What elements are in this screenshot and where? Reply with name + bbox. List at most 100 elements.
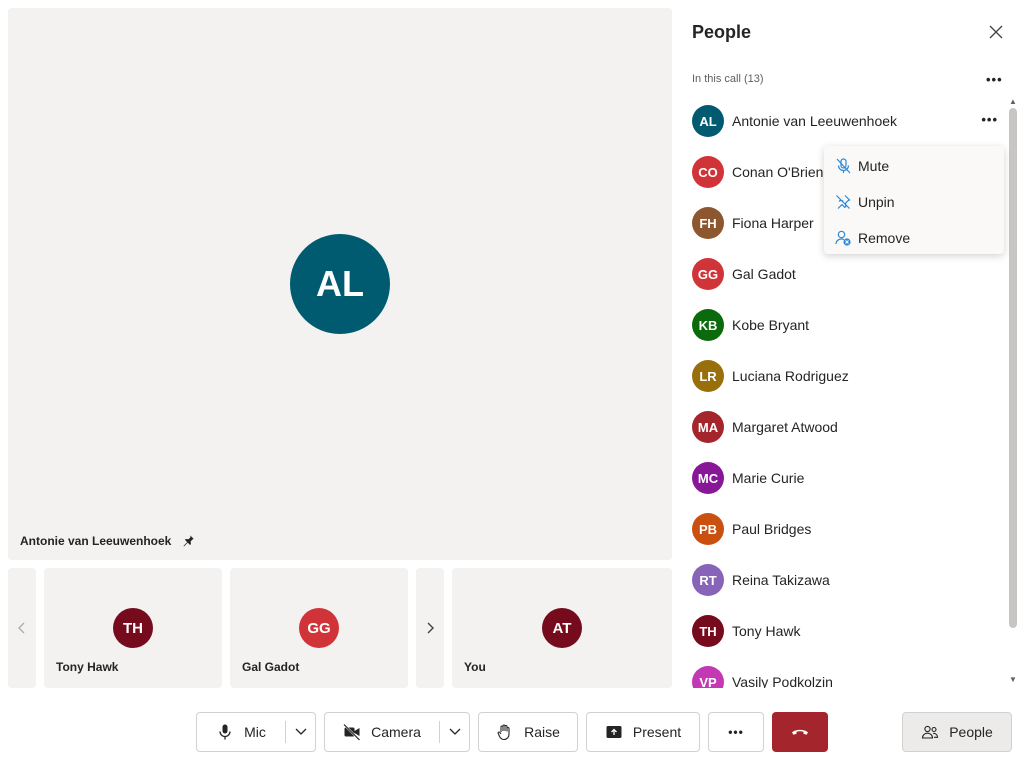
menu-item-mute[interactable]: Mute [824, 148, 1004, 184]
tile-name: Tony Hawk [56, 660, 119, 674]
avatar: MC [692, 462, 724, 494]
participant-name: Kobe Bryant [732, 317, 810, 333]
people-toggle-button[interactable]: People [902, 712, 1012, 752]
participant-list-item[interactable]: PB Paul Bridges [692, 512, 998, 546]
present-label: Present [632, 724, 682, 740]
participant-list-item[interactable]: MC Marie Curie [692, 461, 998, 495]
participant-name: Paul Bridges [732, 521, 812, 537]
spotlight-video[interactable]: AL Antonie van Leeuwenhoek [8, 8, 672, 560]
participant-list-item[interactable]: KB Kobe Bryant [692, 308, 998, 342]
phone-hangup-icon [792, 729, 808, 735]
hand-icon [497, 724, 510, 741]
menu-item-label: Remove [858, 230, 911, 246]
camera-label: Camera [371, 724, 421, 740]
participant-list-item[interactable]: LR Luciana Rodriguez [692, 359, 998, 393]
raise-label: Raise [524, 724, 560, 740]
avatar: GG [692, 258, 724, 290]
panel-title: People [692, 22, 752, 42]
tile-avatar: TH [113, 608, 153, 648]
avatar: RT [692, 564, 724, 596]
participant-name: Vasily Podkolzin [732, 674, 833, 688]
mic-label: Mic [244, 724, 266, 740]
more-icon: ••• [728, 725, 744, 739]
camera-split-button: Camera [324, 712, 470, 752]
participant-name: Marie Curie [732, 470, 805, 486]
participant-strip: TH Tony Hawk GG Gal Gadot AT You [8, 568, 672, 688]
in-call-section-label: In this call (13) [692, 73, 764, 85]
hang-up-button[interactable] [772, 712, 828, 752]
avatar: AL [692, 105, 724, 137]
participant-tile[interactable]: GG Gal Gadot [230, 568, 408, 688]
scrollbar-thumb[interactable] [1009, 108, 1017, 628]
camera-off-icon [343, 723, 361, 741]
participant-name: Luciana Rodriguez [732, 368, 849, 384]
call-toolbar: Mic Camera Raise Present ••• People [0, 696, 1024, 768]
participant-name: Margaret Atwood [732, 419, 838, 435]
participant-name: Gal Gadot [732, 266, 796, 282]
tile-avatar: GG [299, 608, 339, 648]
spotlight-name-label: Antonie van Leeuwenhoek [20, 534, 195, 548]
participant-list-item[interactable]: GG Gal Gadot [692, 257, 998, 291]
tile-name: Gal Gadot [242, 660, 300, 674]
participant-name: Reina Takizawa [732, 572, 830, 588]
people-icon [922, 725, 939, 739]
close-icon[interactable] [986, 22, 1006, 42]
chevron-down-icon [449, 728, 461, 735]
menu-item-remove[interactable]: Remove [824, 220, 1004, 256]
participant-context-menu: Mute Unpin Remove [824, 146, 1004, 254]
participant-list-item[interactable]: VP Vasily Podkolzin [692, 665, 998, 688]
present-button[interactable]: Present [586, 712, 700, 752]
mic-off-icon [836, 158, 851, 174]
chevron-left-icon [18, 622, 25, 634]
avatar: MA [692, 411, 724, 443]
participant-list-item[interactable]: MA Margaret Atwood [692, 410, 998, 444]
participant-more-options-button[interactable]: ••• [981, 112, 998, 127]
tile-avatar: AT [542, 608, 582, 648]
spotlight-avatar: AL [290, 234, 390, 334]
section-more-options-button[interactable]: ••• [986, 72, 1003, 87]
share-screen-icon [606, 726, 622, 738]
avatar: VP [692, 666, 724, 688]
menu-item-unpin[interactable]: Unpin [824, 184, 1004, 220]
pin-icon [183, 535, 195, 547]
mic-icon [219, 724, 231, 740]
avatar: PB [692, 513, 724, 545]
more-options-button[interactable]: ••• [708, 712, 764, 752]
tile-name: You [464, 660, 486, 674]
raise-hand-button[interactable]: Raise [478, 712, 578, 752]
chevron-right-icon [427, 622, 434, 634]
people-label: People [949, 724, 993, 740]
person-remove-icon [835, 230, 851, 246]
avatar: CO [692, 156, 724, 188]
participant-name: Conan O'Brien [732, 164, 824, 180]
participant-name: Fiona Harper [732, 215, 814, 231]
avatar: FH [692, 207, 724, 239]
avatar: LR [692, 360, 724, 392]
chevron-down-icon [295, 728, 307, 735]
people-panel: People In this call (13) ••• AL Antonie v… [680, 0, 1024, 696]
participant-list-item[interactable]: AL Antonie van Leeuwenhoek ••• [692, 104, 998, 138]
participant-list-item[interactable]: RT Reina Takizawa [692, 563, 998, 597]
participant-tile[interactable]: TH Tony Hawk [44, 568, 222, 688]
video-stage: AL Antonie van Leeuwenhoek TH Tony Hawk … [0, 0, 680, 696]
participant-list-item[interactable]: TH Tony Hawk [692, 614, 998, 648]
scroll-down-icon[interactable]: ▼ [1009, 676, 1017, 684]
menu-item-label: Mute [858, 158, 890, 174]
camera-button[interactable]: Camera [325, 713, 439, 751]
strip-next-button[interactable] [416, 568, 444, 688]
people-list-scrollbar[interactable]: ▲ ▼ [1006, 96, 1020, 688]
scroll-up-icon[interactable]: ▲ [1009, 98, 1017, 106]
participant-name: Antonie van Leeuwenhoek [732, 113, 898, 129]
pin-off-icon [836, 195, 851, 209]
self-tile[interactable]: AT You [452, 568, 672, 688]
menu-item-label: Unpin [858, 194, 895, 210]
camera-options-button[interactable] [440, 713, 470, 751]
mic-button[interactable]: Mic [197, 713, 285, 751]
mic-options-button[interactable] [286, 713, 316, 751]
avatar: KB [692, 309, 724, 341]
mic-split-button: Mic [196, 712, 316, 752]
spotlight-name: Antonie van Leeuwenhoek [20, 534, 172, 548]
participant-name: Tony Hawk [732, 623, 801, 639]
avatar: TH [692, 615, 724, 647]
strip-prev-button[interactable] [8, 568, 36, 688]
